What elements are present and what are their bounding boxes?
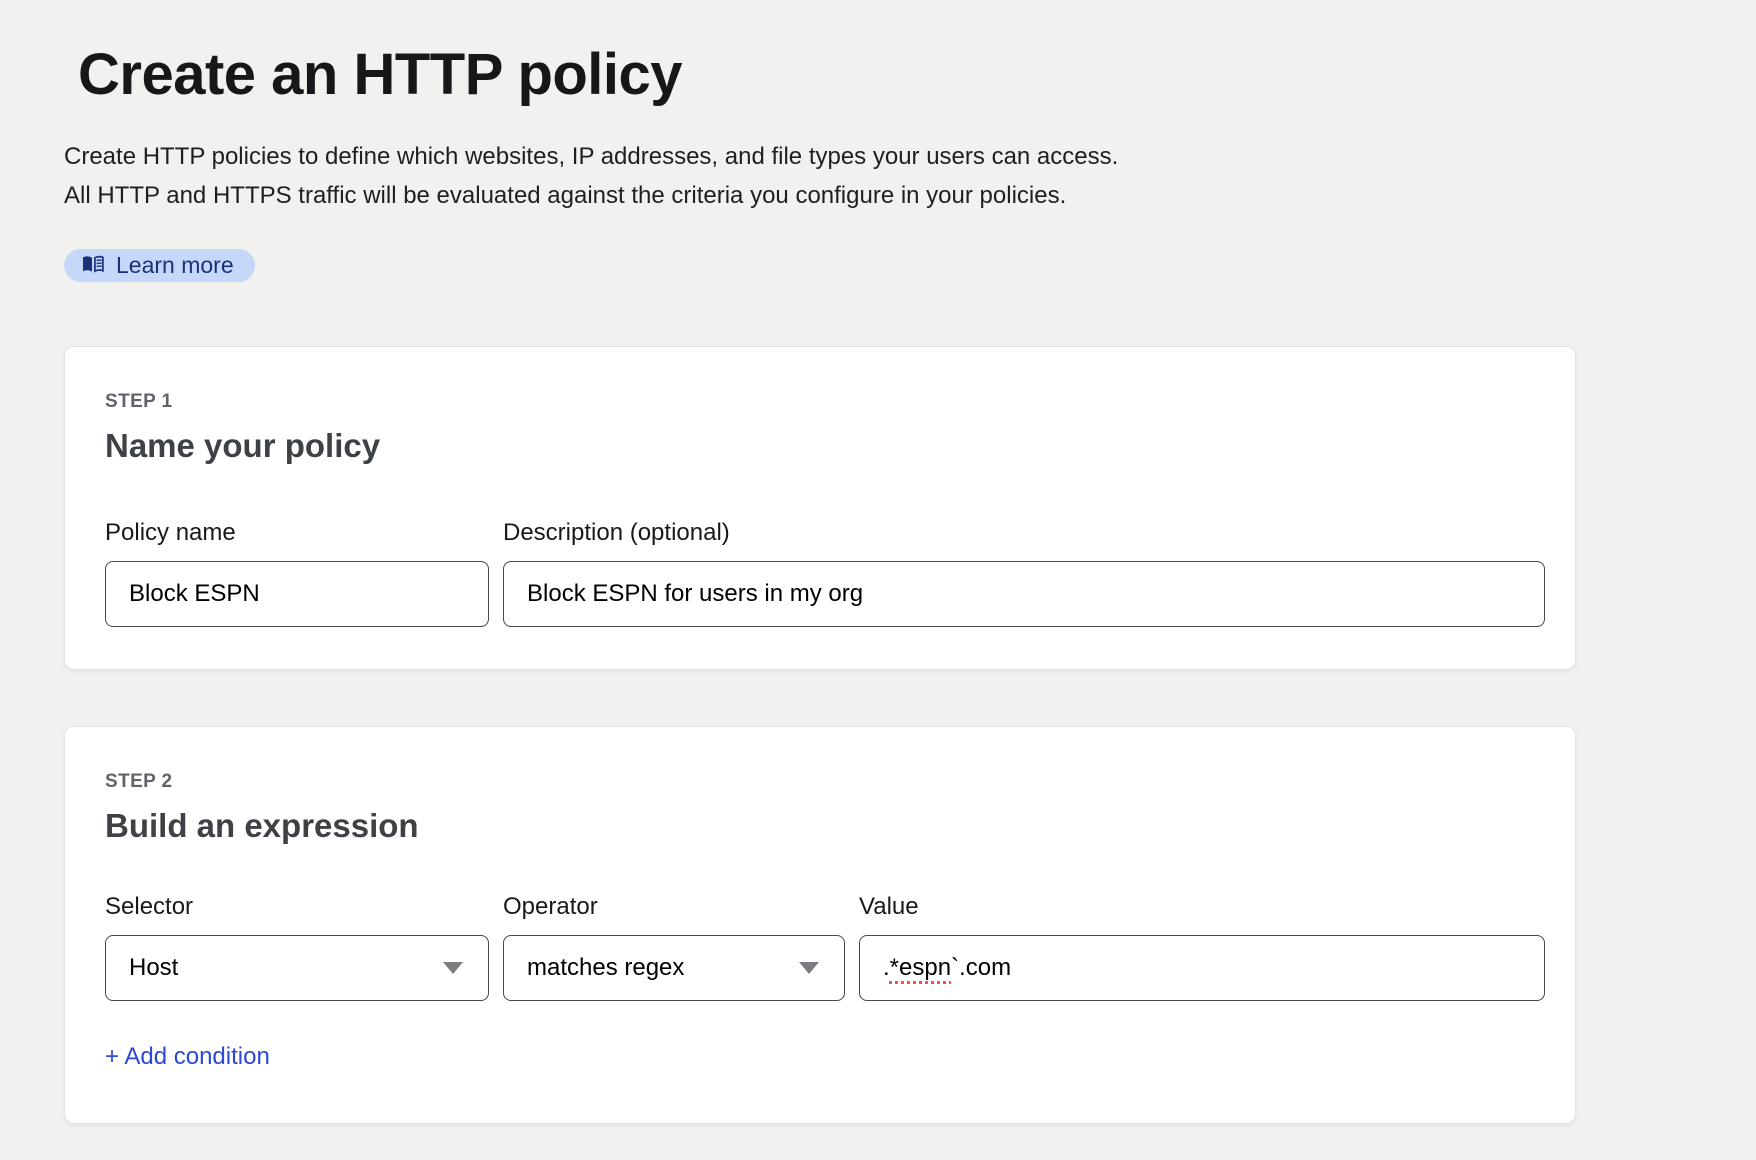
description-field-group: Description (optional) <box>503 519 1545 627</box>
http-policy-page: Create an HTTP policy Create HTTP polici… <box>0 0 1756 1124</box>
selector-dropdown[interactable]: Host <box>105 935 489 1001</box>
add-condition-link[interactable]: + Add condition <box>105 1043 270 1071</box>
step2-label: STEP 2 <box>105 771 1545 793</box>
step2-fields-row: Selector Host Operator matches regex Val… <box>105 893 1545 1001</box>
learn-more-label: Learn more <box>116 252 234 279</box>
description-input[interactable] <box>503 561 1545 627</box>
selector-label: Selector <box>105 893 489 921</box>
step1-label: STEP 1 <box>105 391 1545 413</box>
page-description-line-2: All HTTP and HTTPS traffic will be evalu… <box>64 176 1692 215</box>
policy-name-input[interactable] <box>105 561 489 627</box>
learn-more-button[interactable]: Learn more <box>64 249 255 282</box>
policy-name-label: Policy name <box>105 519 489 547</box>
operator-dropdown[interactable]: matches regex <box>503 935 845 1001</box>
page-description-line-1: Create HTTP policies to define which web… <box>64 137 1692 176</box>
step1-fields-row: Policy name Description (optional) <box>105 519 1545 627</box>
step2-heading: Build an expression <box>105 807 1545 845</box>
operator-label: Operator <box>503 893 845 921</box>
value-text-misspelled: *espn <box>890 954 951 982</box>
operator-field-group: Operator matches regex <box>503 893 845 1001</box>
value-field-group: Value .*espn`.com <box>859 893 1545 1001</box>
policy-name-field-group: Policy name <box>105 519 489 627</box>
value-label: Value <box>859 893 1545 921</box>
step1-heading: Name your policy <box>105 427 1545 465</box>
selector-value: Host <box>129 954 178 982</box>
page-description: Create HTTP policies to define which web… <box>64 137 1692 215</box>
description-label: Description (optional) <box>503 519 1545 547</box>
step1-card: STEP 1 Name your policy Policy name Desc… <box>64 346 1576 670</box>
selector-field-group: Selector Host <box>105 893 489 1001</box>
step2-card: STEP 2 Build an expression Selector Host… <box>64 726 1576 1124</box>
chevron-down-icon <box>443 962 463 974</box>
value-input[interactable]: .*espn`.com <box>859 935 1545 1001</box>
open-book-icon <box>81 253 105 277</box>
value-text-before: . <box>883 954 890 982</box>
chevron-down-icon <box>799 962 819 974</box>
value-text-after: `.com <box>951 954 1011 982</box>
operator-value: matches regex <box>527 954 684 982</box>
page-title: Create an HTTP policy <box>78 42 1692 109</box>
